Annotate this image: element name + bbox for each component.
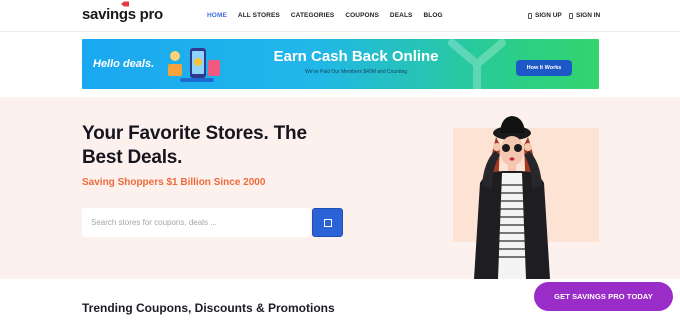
get-savings-pro-button[interactable]: GET SAVINGS PRO TODAY bbox=[534, 282, 673, 311]
logo-text: savings pro bbox=[82, 6, 163, 23]
nav-all-stores[interactable]: ALL STORES bbox=[238, 12, 280, 19]
price-tag-icon bbox=[121, 1, 129, 7]
search-button[interactable] bbox=[312, 208, 343, 237]
main-nav: HOME ALL STORES CATEGORIES COUPONS DEALS… bbox=[207, 12, 454, 19]
cashback-banner[interactable]: Hello deals. Earn Cash Back Online We've… bbox=[82, 39, 599, 89]
woman-with-sunglasses-image bbox=[474, 116, 550, 279]
hero-tagline: Saving Shoppers $1 Billion Since 2000 bbox=[82, 177, 266, 188]
sign-in-label: SIGN IN bbox=[576, 12, 601, 19]
how-it-works-button[interactable]: How It Works bbox=[516, 60, 572, 76]
sign-up-label: SIGN UP bbox=[535, 12, 562, 19]
logo[interactable]: savings pro bbox=[82, 1, 163, 23]
decorative-shape bbox=[448, 39, 506, 89]
phone-icon bbox=[569, 12, 573, 19]
search-input[interactable] bbox=[82, 208, 310, 237]
banner-title: Earn Cash Back Online bbox=[273, 48, 439, 65]
nav-home[interactable]: HOME bbox=[207, 12, 227, 19]
nav-deals[interactable]: DEALS bbox=[390, 12, 413, 19]
banner-subtitle: We've Paid Our Members $40M and Counting bbox=[304, 69, 408, 75]
nav-blog[interactable]: BLOG bbox=[423, 12, 442, 19]
trending-section-title: Trending Coupons, Discounts & Promotions bbox=[82, 301, 335, 315]
search-icon bbox=[323, 218, 332, 227]
site-header: savings pro HOME ALL STORES CATEGORIES C… bbox=[0, 0, 680, 32]
hello-deals-logo: Hello deals. bbox=[93, 58, 155, 70]
nav-categories[interactable]: CATEGORIES bbox=[291, 12, 335, 19]
sign-in-link[interactable]: SIGN IN bbox=[569, 12, 600, 19]
hero-headline: Your Favorite Stores. The Best Deals. bbox=[82, 123, 307, 168]
hero-section: Your Favorite Stores. The Best Deals. Sa… bbox=[0, 97, 680, 279]
phone-icon bbox=[528, 12, 532, 19]
nav-coupons[interactable]: COUPONS bbox=[345, 12, 379, 19]
sign-up-link[interactable]: SIGN UP bbox=[528, 12, 562, 19]
shopping-illustration bbox=[168, 48, 220, 82]
